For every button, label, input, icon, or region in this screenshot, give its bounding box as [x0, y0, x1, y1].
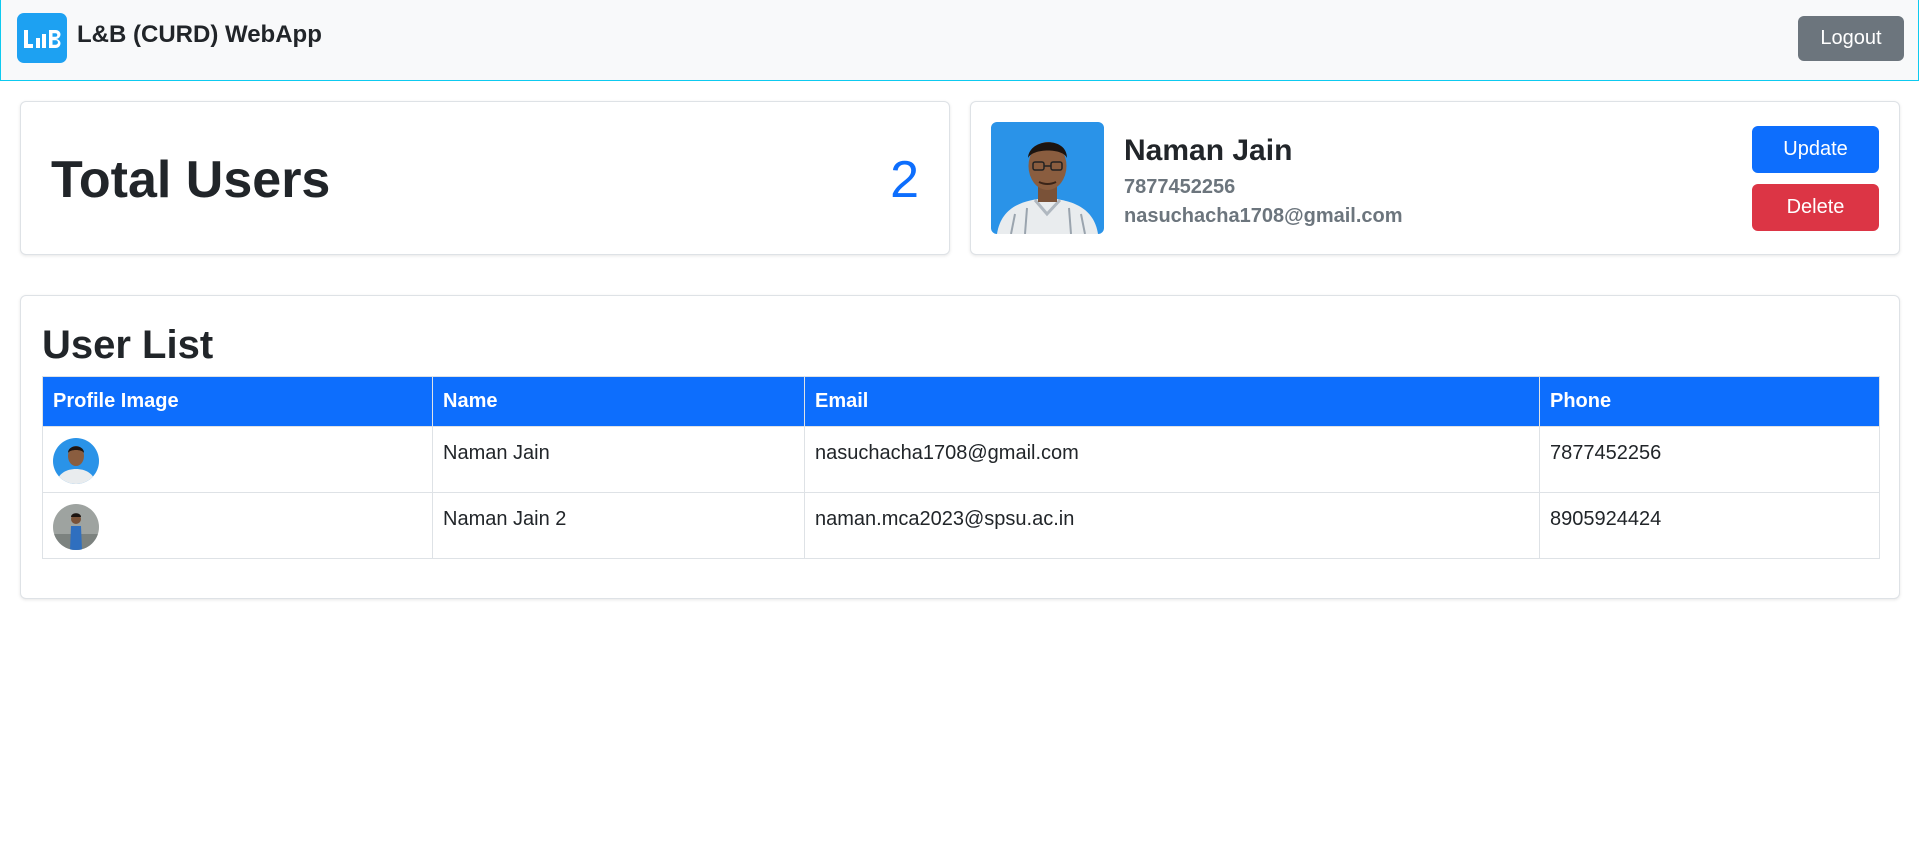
cell-phone: 7877452256: [1539, 426, 1880, 493]
update-button[interactable]: Update: [1752, 126, 1879, 173]
cell-name: Naman Jain 2: [432, 492, 805, 559]
user-list-card: User List Profile Image Name Email Phone: [20, 295, 1900, 599]
cell-name: Naman Jain: [432, 426, 805, 493]
cell-profile-image: [42, 426, 433, 493]
cell-profile-image: [42, 492, 433, 559]
column-header-name: Name: [432, 376, 805, 427]
users-table: Profile Image Name Email Phone Naman Jai…: [42, 376, 1880, 559]
total-users-count: 2: [890, 151, 919, 209]
table-row[interactable]: Naman Jain 2 naman.mca2023@spsu.ac.in 89…: [42, 492, 1880, 559]
delete-button[interactable]: Delete: [1752, 184, 1879, 231]
cell-email: nasuchacha1708@gmail.com: [804, 426, 1540, 493]
top-navbar: L&B (CURD) WebApp Logout: [0, 0, 1919, 81]
user-photo: [991, 122, 1104, 234]
profile-card: Naman Jain 7877452256 nasuchacha1708@gma…: [970, 101, 1900, 255]
logout-button[interactable]: Logout: [1798, 16, 1904, 61]
lb-logo-icon[interactable]: [17, 13, 67, 63]
total-users-label: Total Users: [51, 151, 331, 209]
cell-phone: 8905924424: [1539, 492, 1880, 559]
user-list-title: User List: [42, 323, 214, 367]
app-title[interactable]: L&B (CURD) WebApp: [77, 20, 322, 50]
column-header-phone: Phone: [1539, 376, 1880, 427]
profile-name: Naman Jain: [1124, 134, 1293, 167]
user-avatar: [53, 504, 99, 550]
profile-email: nasuchacha1708@gmail.com: [1124, 205, 1403, 227]
cell-email: naman.mca2023@spsu.ac.in: [804, 492, 1540, 559]
total-users-card: Total Users 2: [20, 101, 950, 255]
table-header-row: Profile Image Name Email Phone: [42, 376, 1880, 427]
column-header-email: Email: [804, 376, 1540, 427]
column-header-profile-image: Profile Image: [42, 376, 433, 427]
profile-phone: 7877452256: [1124, 176, 1236, 198]
user-avatar: [53, 438, 99, 484]
table-row[interactable]: Naman Jain nasuchacha1708@gmail.com 7877…: [42, 426, 1880, 493]
